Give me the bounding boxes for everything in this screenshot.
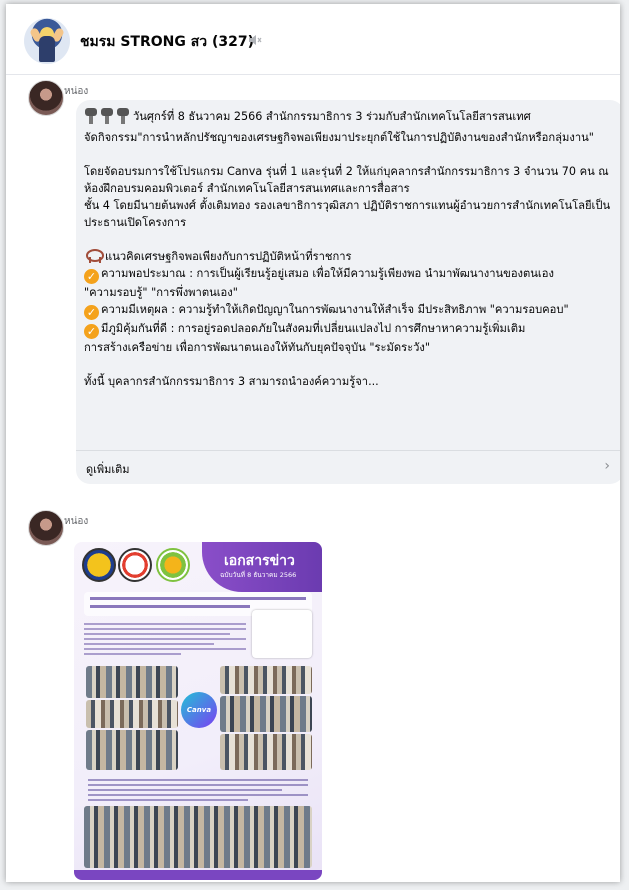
news-poster-image[interactable]: เอกสารข่าว ฉบับวันที่ 8 ธันวาคม 2566 Can… [74, 542, 322, 880]
event-photo [220, 666, 312, 694]
message-line: ชั้น 4 โดยมีนายต้นพงศ์ ตั้งเติมทอง รองเล… [84, 199, 611, 229]
poster-footer-band [74, 870, 322, 880]
message-line: การสร้างเครือข่าย เพื่อการพัฒนาตนเองให้ท… [84, 341, 431, 354]
poster-footer-text [84, 776, 312, 804]
message-line: "ความรอบรู้" "การพึ่งพาตนเอง" [84, 286, 238, 299]
microphone-icon [84, 108, 132, 129]
sender-avatar[interactable] [28, 510, 64, 546]
event-photo [86, 730, 178, 770]
poster-body-text [84, 620, 246, 662]
group-photo [84, 806, 312, 868]
message-bubble[interactable]: วันศุกร์ที่ 8 ธันวาคม 2566 สำนักกรรมาธิก… [76, 100, 620, 484]
message-text: วันศุกร์ที่ 8 ธันวาคม 2566 สำนักกรรมาธิก… [84, 108, 612, 390]
agency-logo [156, 548, 190, 582]
speaker-muted-icon [249, 35, 262, 45]
message-line: ความมีเหตุผล : ความรู้ทำให้เกิดปัญญาในกา… [101, 303, 569, 316]
committee-logo [118, 548, 152, 582]
check-icon: ✓ [84, 324, 99, 339]
message-line: แนวคิดเศรษฐกิจพอเพียงกับการปฏิบัติหน้าที… [105, 250, 352, 263]
poster-illustration [252, 610, 312, 658]
message-line: ความพอประมาณ : การเป็นผู้เรียนรู้อยู่เสม… [101, 267, 554, 280]
group-title[interactable]: ชมรม STRONG สว (327) [80, 31, 254, 53]
poster-title: เอกสารข่าว [224, 553, 295, 569]
sender-name: หน่อง [64, 516, 89, 527]
event-photo [220, 734, 312, 770]
message-line: จัดกิจกรรม"การนำหลักปรัชญาของเศรษฐกิจพอเ… [84, 131, 594, 144]
chat-window: ชมรม STRONG สว (327) หน่อง วันศุกร์ที่ 8… [6, 4, 620, 882]
ribbon-icon [84, 248, 104, 263]
message-line: วันศุกร์ที่ 8 ธันวาคม 2566 สำนักกรรมาธิก… [133, 110, 531, 123]
message-line: โดยจัดอบรมการใช้โปรแกรม Canva รุ่นที่ 1 … [84, 165, 609, 195]
check-icon: ✓ [84, 269, 99, 284]
chevron-right-icon[interactable]: › [604, 458, 610, 474]
sender-avatar[interactable] [28, 80, 64, 116]
sender-name: หน่อง [64, 86, 89, 97]
event-photo [86, 700, 178, 728]
message-line: ทั้งนี้ บุคลากรสำนักกรรมาธิการ 3 สามารถน… [84, 375, 379, 388]
club-logo [82, 548, 116, 582]
see-more-link[interactable]: ดูเพิ่มเติม [86, 460, 130, 478]
chat-header: ชมรม STRONG สว (327) [6, 4, 620, 75]
canva-logo: Canva [181, 692, 217, 728]
event-photo [220, 696, 312, 732]
event-photo [86, 666, 178, 698]
check-icon: ✓ [84, 305, 99, 320]
poster-date: ฉบับวันที่ 8 ธันวาคม 2566 [220, 571, 297, 579]
group-avatar[interactable] [24, 18, 70, 64]
divider [76, 450, 620, 451]
message-line: มีภูมิคุ้มกันที่ดี : การอยู่รอดปลอดภัยใน… [101, 322, 526, 335]
